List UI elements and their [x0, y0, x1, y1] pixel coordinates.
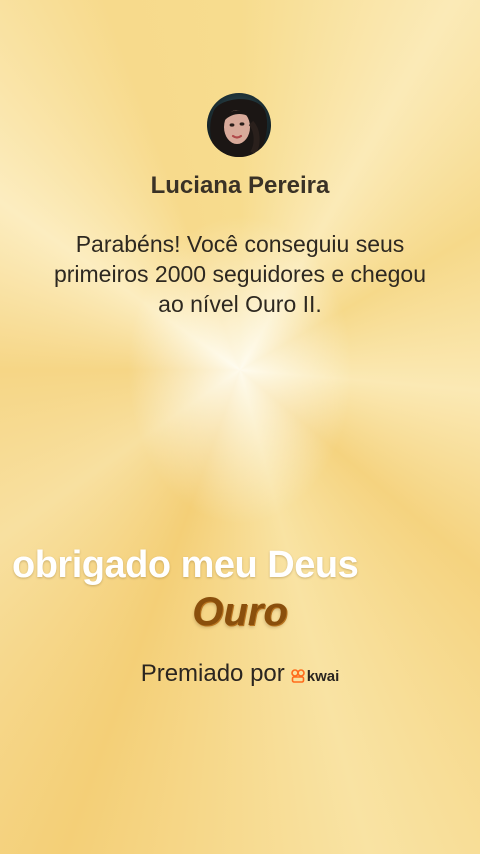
- awarded-by: Premiado por kwai: [0, 660, 480, 688]
- kwai-brand: kwai: [290, 667, 340, 685]
- congratulation-message: Parabéns! Você conseguiu seus primeiros …: [53, 231, 427, 317]
- kwai-logo-icon: [290, 669, 305, 683]
- kwai-brand-name: kwai: [306, 667, 340, 685]
- user-avatar-photo: [207, 93, 271, 157]
- awarded-by-label: Premiado por: [140, 660, 285, 687]
- user-caption: obrigado meu Deus: [12, 544, 359, 586]
- profile-name: Luciana Pereira: [150, 172, 330, 199]
- avatar: [207, 93, 271, 157]
- level-title: Ouro: [192, 590, 288, 634]
